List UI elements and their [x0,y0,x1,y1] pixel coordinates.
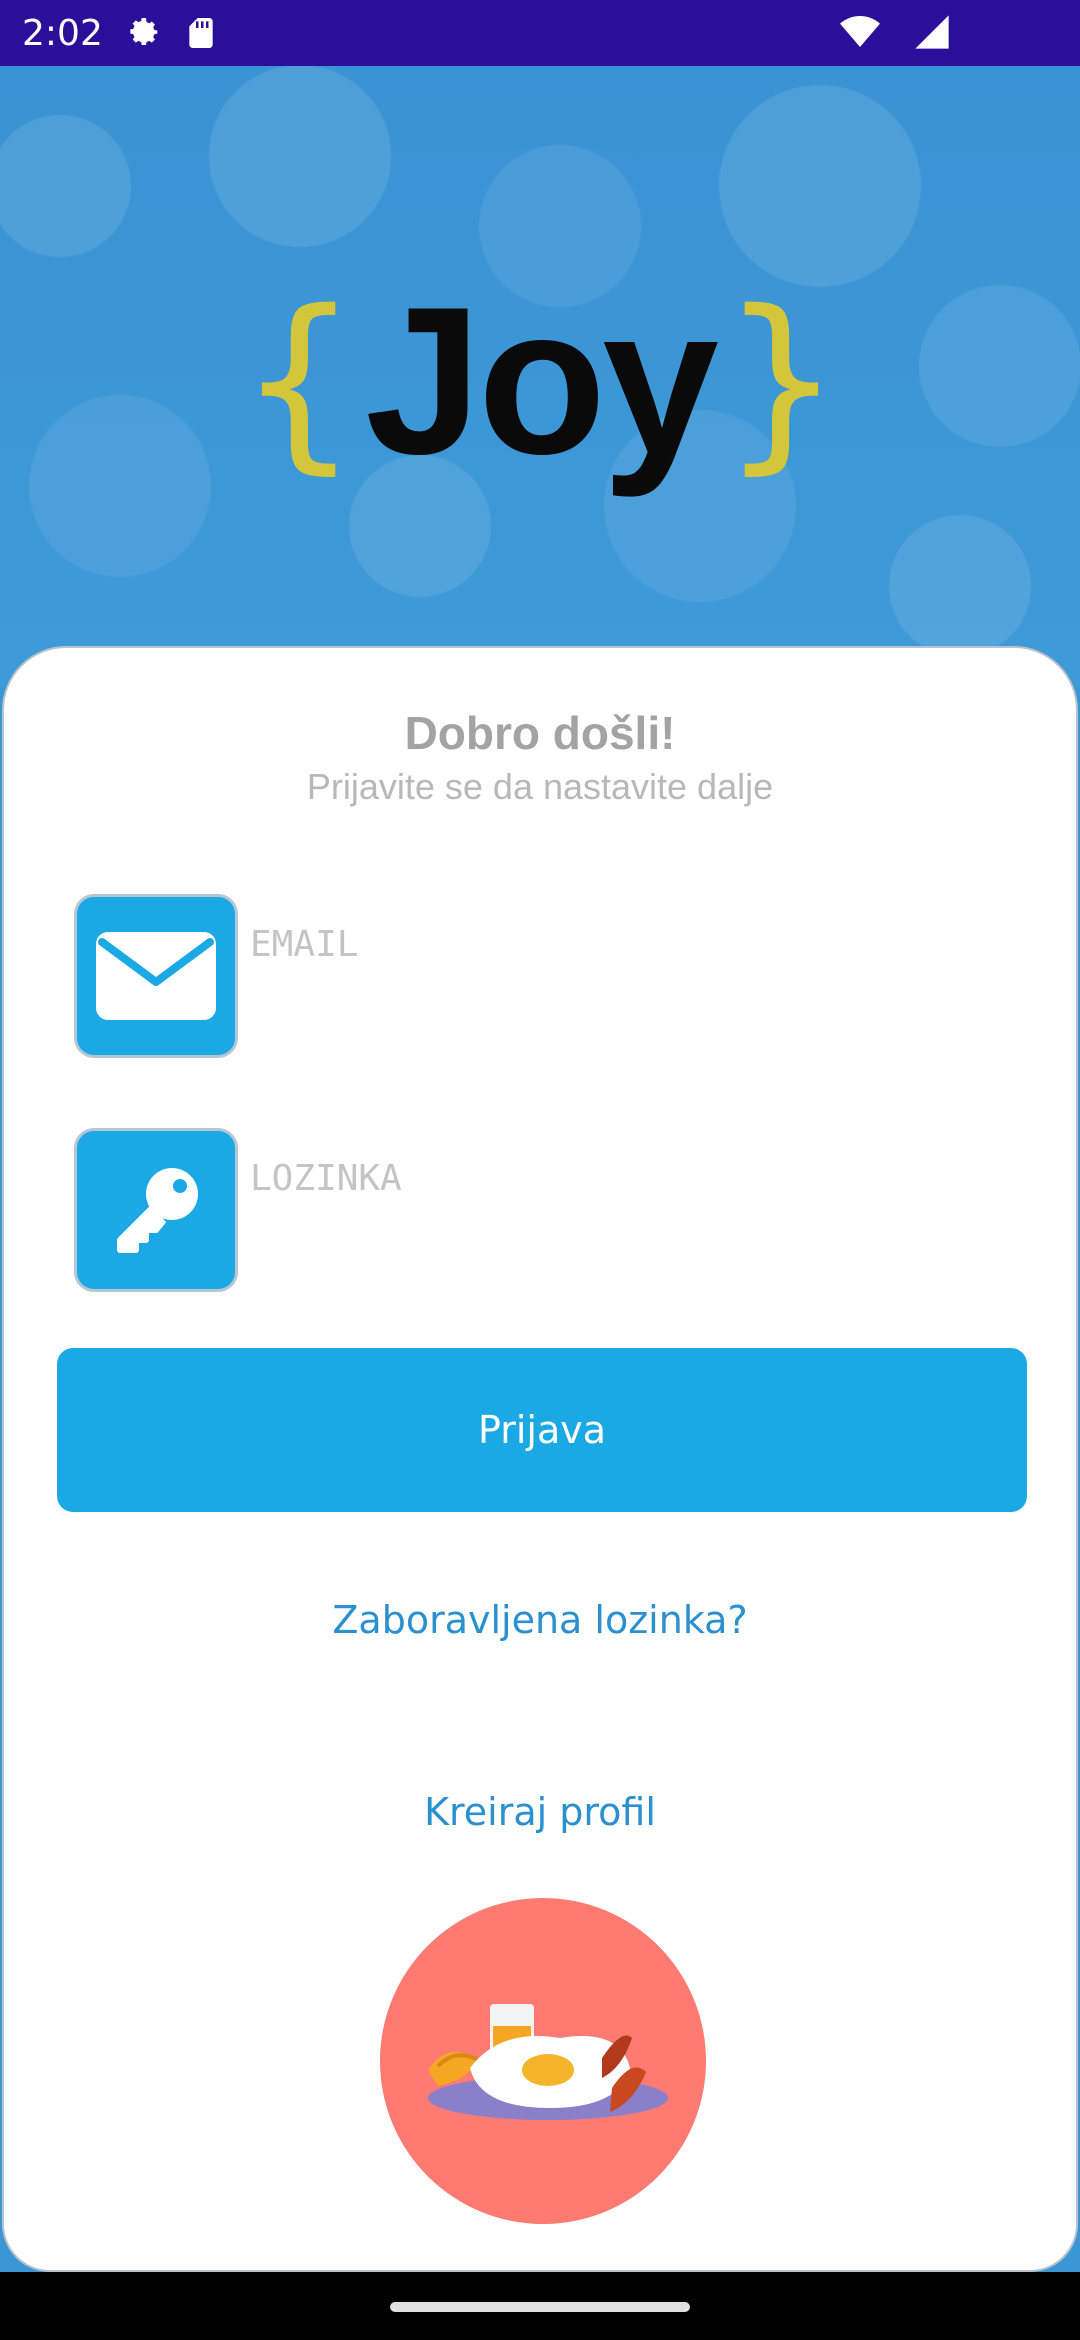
login-card: Dobro došli! Prijavite se da nastavite d… [2,646,1078,2272]
status-bar: 2:02 [0,0,1080,66]
logo-brace-right: } [720,270,842,491]
settings-icon [123,13,163,53]
email-row [74,894,1014,1058]
login-button[interactable]: Prijava [57,1348,1027,1512]
welcome-title: Dobro došli! [404,707,676,759]
password-field[interactable] [250,1148,1010,1208]
cell-signal-icon [912,12,952,52]
app-logo: { Joy } [0,276,1080,486]
screen: 2:02 { Joy } Dobro došli! Prijavite se d… [0,0,1080,2340]
wifi-icon [840,12,880,52]
logo-word: Joy [365,263,719,498]
email-field[interactable] [250,914,1010,974]
logo-brace-left: { [238,270,360,491]
forgot-password-link[interactable]: Zaboravljena lozinka? [4,1598,1076,1642]
home-gesture-handle[interactable] [390,2302,690,2312]
key-icon [74,1128,238,1292]
navigation-bar [0,2272,1080,2340]
create-profile-link[interactable]: Kreiraj profil [4,1790,1076,1834]
welcome-subtitle: Prijavite se da nastavite dalje [306,766,774,807]
password-row [74,1128,1014,1292]
status-right-icons [840,12,970,52]
status-time: 2:02 [22,12,103,54]
hero-background: { Joy } [0,66,1080,686]
breakfast-illustration [380,1898,706,2224]
mail-icon [74,894,238,1058]
sd-card-icon [181,13,221,53]
